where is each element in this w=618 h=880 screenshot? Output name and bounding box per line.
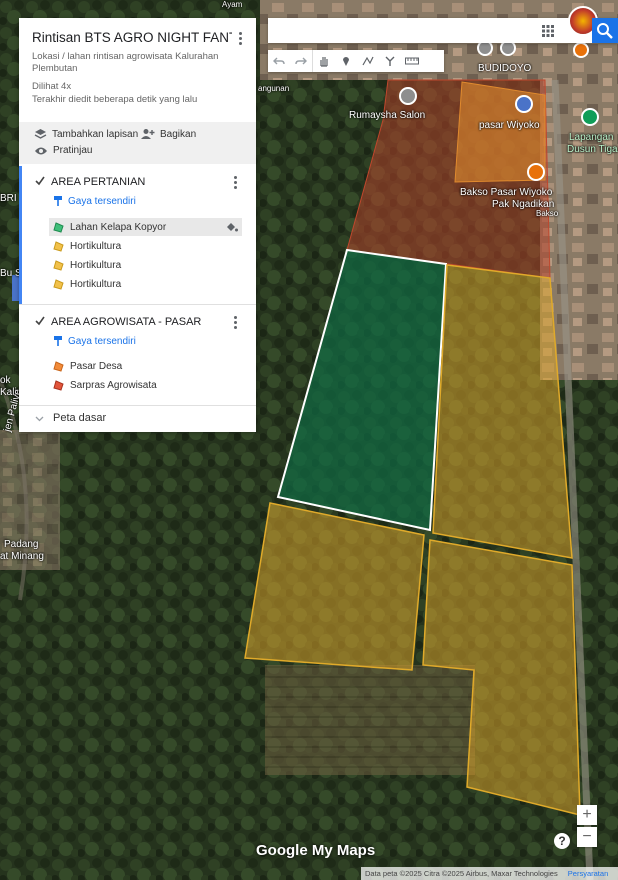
- market-pin: [515, 95, 533, 113]
- layer-name[interactable]: AREA PERTANIAN: [51, 176, 145, 188]
- search-bar[interactable]: [268, 6, 618, 43]
- map-label: angunan: [258, 84, 290, 93]
- list-item[interactable]: Lahan Kelapa Kopyor: [49, 218, 242, 236]
- layer-style-link[interactable]: Gaya tersendiri: [53, 196, 136, 207]
- view-count: Dilihat 4x: [32, 81, 72, 92]
- map-title[interactable]: Rintisan BTS AGRO NIGHT FANTA...: [32, 30, 232, 45]
- share-label: Bagikan: [160, 128, 197, 140]
- paint-bucket-icon[interactable]: [226, 222, 238, 233]
- apps-grid-icon[interactable]: [542, 24, 554, 42]
- restaurant-pin: [527, 163, 545, 181]
- zoom-in-button[interactable]: +: [577, 805, 597, 825]
- map-label: Padang: [4, 539, 39, 550]
- map-label: Lapangan: [569, 132, 614, 143]
- layers-icon: [34, 129, 47, 139]
- park-pin: [581, 108, 599, 126]
- map-label: Bakso: [536, 209, 559, 218]
- area-hortikultura-1: [432, 264, 573, 559]
- map-label: Ayam: [222, 0, 243, 9]
- share-button[interactable]: Bagikan: [141, 128, 196, 140]
- ruler-icon[interactable]: [401, 50, 423, 72]
- eye-icon: [35, 147, 47, 154]
- layer-style-link[interactable]: Gaya tersendiri: [53, 336, 136, 347]
- google-my-maps-logo: Google My Maps: [256, 842, 376, 859]
- preview-label: Pratinjau: [53, 145, 93, 156]
- chevron-down-icon: [35, 416, 44, 421]
- item-label: Hortikultura: [70, 240, 122, 252]
- draw-line-icon[interactable]: [357, 50, 379, 72]
- paint-roller-icon: [54, 336, 62, 346]
- salon-pin: [399, 87, 417, 105]
- item-label: Pasar Desa: [70, 360, 123, 372]
- list-item[interactable]: Hortikultura: [49, 237, 242, 255]
- active-layer-indicator: [19, 166, 22, 304]
- map-label: pasar Wiyoko: [479, 120, 540, 131]
- map-label: Bakso Pasar Wiyoko: [460, 187, 553, 198]
- redo-icon[interactable]: [290, 50, 312, 72]
- hand-icon[interactable]: [312, 50, 335, 72]
- polygon-icon: [53, 278, 64, 290]
- layer-name[interactable]: AREA AGROWISATA - PASAR: [51, 316, 201, 328]
- preview-button[interactable]: Pratinjau: [34, 145, 92, 156]
- map-label: ok: [0, 375, 11, 386]
- polygon-icon: [53, 360, 64, 372]
- layer-checkbox[interactable]: [35, 316, 45, 329]
- marker-icon[interactable]: [335, 50, 357, 72]
- map-label: Rumaysha Salon: [349, 110, 426, 121]
- polygon-icon: [53, 221, 64, 233]
- map-label: at Minang: [0, 551, 44, 562]
- layer-options-icon[interactable]: [234, 316, 238, 330]
- paint-roller-icon: [54, 196, 62, 206]
- help-button[interactable]: ?: [554, 833, 570, 849]
- map-label: BRI: [0, 193, 17, 204]
- poi-pin-2: [500, 40, 516, 56]
- poi-pin-1: [477, 40, 493, 56]
- base-map-label: Peta dasar: [53, 412, 107, 424]
- poi-pin-3: [573, 42, 589, 58]
- style-label: Gaya tersendiri: [68, 196, 136, 207]
- layer-options-icon[interactable]: [234, 176, 238, 190]
- person-add-icon: [141, 129, 155, 139]
- search-button[interactable]: [592, 18, 618, 43]
- map-label: Dusun Tiga: [567, 144, 618, 155]
- map-label: BUDIDOYO: [478, 63, 532, 74]
- polygon-icon: [53, 379, 64, 391]
- add-layer-button[interactable]: Tambahkan lapisan: [34, 128, 138, 140]
- list-item[interactable]: Sarpras Agrowisata: [49, 376, 242, 394]
- undo-icon[interactable]: [268, 50, 290, 72]
- map-toolbar: [268, 50, 444, 72]
- map-legend-panel: Rintisan BTS AGRO NIGHT FANTA... Lokasi …: [19, 18, 256, 432]
- item-label: Hortikultura: [70, 259, 122, 271]
- more-options-icon[interactable]: [239, 32, 243, 46]
- layer-checkbox[interactable]: [35, 176, 45, 189]
- item-label: Lahan Kelapa Kopyor: [70, 221, 167, 233]
- divider: [19, 304, 256, 305]
- search-icon: [597, 23, 613, 39]
- zoom-out-button[interactable]: −: [577, 827, 597, 847]
- attribution-text: Data peta ©2025 Citra ©2025 Airbus, Maxa…: [365, 869, 558, 878]
- item-label: Hortikultura: [70, 278, 122, 290]
- map-description[interactable]: Lokasi / lahan rintisan agrowisata Kalur…: [32, 51, 232, 75]
- map-attribution: Data peta ©2025 Citra ©2025 Airbus, Maxa…: [361, 867, 618, 880]
- polygon-icon: [53, 259, 64, 271]
- action-bar: Tambahkan lapisan Bagikan Pratinjau: [19, 122, 256, 164]
- item-label: Sarpras Agrowisata: [70, 379, 157, 391]
- list-item[interactable]: Pasar Desa: [49, 357, 242, 375]
- list-item[interactable]: Hortikultura: [49, 256, 242, 274]
- polygon-icon: [53, 240, 64, 252]
- add-layer-label: Tambahkan lapisan: [52, 128, 139, 140]
- style-label: Gaya tersendiri: [68, 336, 136, 347]
- directions-icon[interactable]: [379, 50, 401, 72]
- last-edited: Terakhir diedit beberapa detik yang lalu: [32, 94, 198, 105]
- terms-link[interactable]: Persyaratan: [568, 869, 608, 878]
- divider: [19, 405, 256, 406]
- list-item[interactable]: Hortikultura: [49, 275, 242, 293]
- base-map-toggle[interactable]: Peta dasar: [35, 412, 106, 424]
